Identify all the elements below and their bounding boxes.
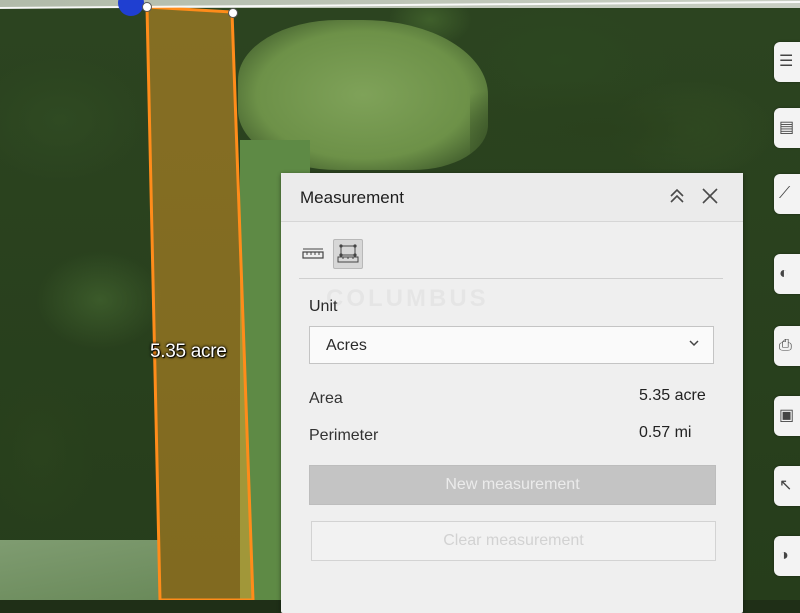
perimeter-result-label: Perimeter (309, 427, 379, 444)
collapse-button[interactable] (664, 183, 690, 209)
measurement-panel: Measurement Unit Acres Area 5.35 acre Pe… (281, 173, 743, 613)
toolbar-select[interactable]: ↖ (774, 466, 800, 506)
chevron-double-up-icon (670, 188, 684, 203)
close-button[interactable] (697, 183, 723, 209)
toolbar-symbology[interactable]: ◐ (774, 254, 800, 294)
vertex-handle[interactable] (142, 2, 152, 12)
palette-icon: ◐ (779, 265, 789, 282)
distance-mode-button[interactable] (299, 239, 327, 267)
unit-selected-value: Acres (326, 337, 367, 354)
toolbar-layer-list[interactable]: ☰ (774, 42, 800, 82)
unit-label: Unit (309, 298, 338, 315)
toolbar-bookmarks[interactable]: ▣ (774, 396, 800, 436)
clear-measurement-button[interactable]: Clear measurement (311, 521, 716, 561)
toolbar-measure[interactable]: ⟋ (774, 174, 800, 214)
chevron-down-icon (689, 340, 699, 347)
distance-ruler-icon (302, 248, 324, 259)
toolbar-basemap[interactable]: ◑ (774, 536, 800, 576)
watermark: COLUMBUS (326, 285, 489, 313)
area-label: 5.35 acre (150, 341, 227, 362)
toolbar-legend[interactable]: ▤ (774, 108, 800, 148)
widget-toolbar: ☰ ▤ ⟋ ◐ ⎙ ▣ ↖ ◑ (774, 0, 800, 600)
close-icon (702, 188, 718, 204)
toolbar-print[interactable]: ⎙ (774, 326, 800, 366)
new-measurement-button[interactable]: New measurement (309, 465, 716, 505)
select-cursor-icon: ↖ (779, 477, 793, 494)
vertex-handle[interactable] (228, 8, 238, 18)
legend-icon: ▤ (779, 119, 795, 136)
basemap-icon: ◑ (779, 547, 789, 564)
print-icon: ⎙ (779, 337, 792, 354)
area-ruler-icon (337, 244, 359, 263)
area-result-label: Area (309, 390, 343, 407)
list-icon: ☰ (779, 53, 794, 70)
ruler-icon: ⟋ (779, 185, 791, 202)
area-mode-button[interactable] (333, 239, 363, 269)
perimeter-result-value: 0.57 mi (639, 424, 692, 441)
area-result-value: 5.35 acre (639, 387, 706, 404)
bookmark-icon: ▣ (779, 407, 795, 424)
measured-area-polygon (145, 5, 255, 600)
divider (299, 278, 723, 279)
unit-select[interactable]: Acres (309, 326, 714, 364)
panel-title: Measurement (300, 188, 404, 207)
panel-header: Measurement (281, 173, 743, 222)
